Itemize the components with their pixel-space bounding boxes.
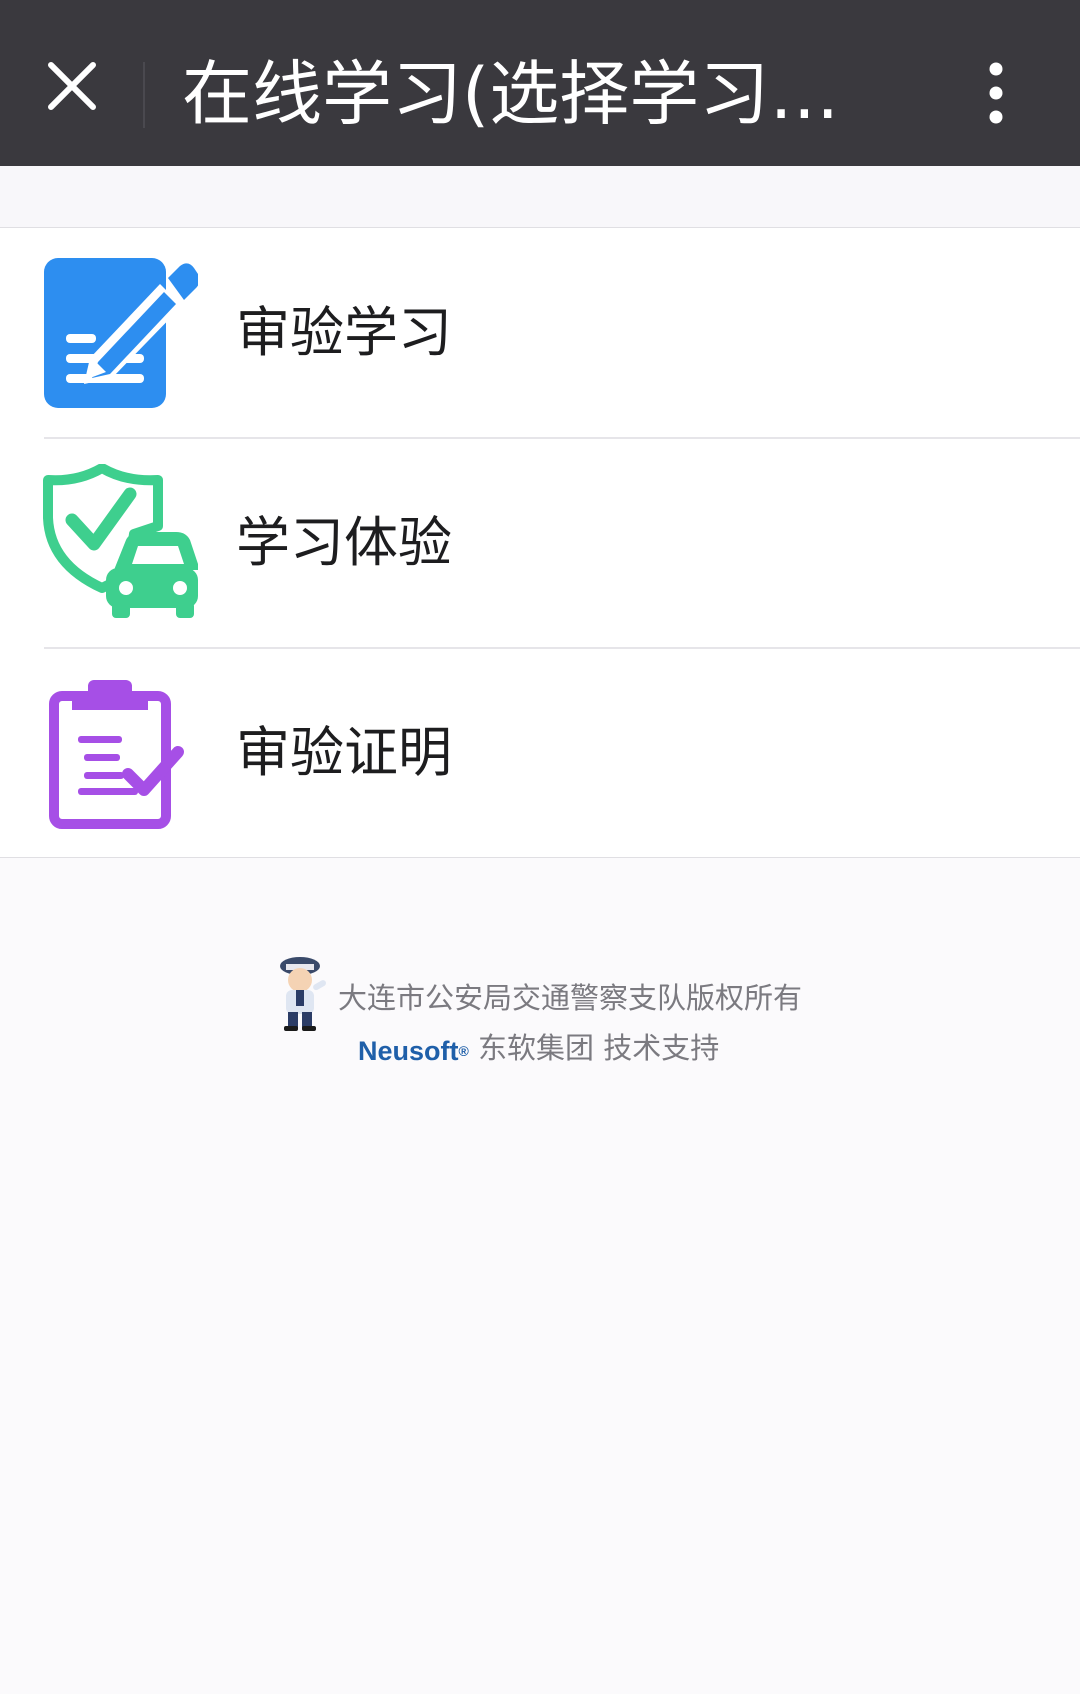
footer: 大连市公安局交通警察支队版权所有 Neusoft® 东软集团 技术支持 xyxy=(0,950,1080,1080)
shield-car-icon xyxy=(43,464,198,618)
brand-registered-mark: ® xyxy=(458,1043,469,1059)
clipboard-check-icon xyxy=(49,680,184,829)
more-options-button[interactable] xyxy=(966,50,1026,136)
menu-item-study-experience[interactable]: 学习体验 xyxy=(0,438,1080,647)
topbar-divider xyxy=(143,62,145,128)
menu-item-label: 审验学习 xyxy=(236,301,452,364)
top-spacer xyxy=(0,166,1080,227)
menu-item-label: 学习体验 xyxy=(236,511,452,574)
tech-support-text: 东软集团 技术支持 xyxy=(478,1031,720,1065)
more-vertical-icon xyxy=(989,62,1003,124)
menu-item-review-certificate[interactable]: 审验证明 xyxy=(0,648,1080,857)
brand-name: Neusoft xyxy=(358,1036,459,1066)
traffic-police-mascot-icon xyxy=(280,957,327,1031)
menu-item-review-study[interactable]: 审验学习 xyxy=(0,228,1080,437)
copyright-text: 大连市公安局交通警察支队版权所有 xyxy=(338,981,803,1015)
menu-item-label: 审验证明 xyxy=(236,721,452,784)
menu-list: 审验学习 学习体验 审验证明 xyxy=(0,227,1080,858)
top-bar: 在线学习(选择学习类... xyxy=(0,0,1080,166)
close-icon xyxy=(48,62,96,110)
neusoft-logo: Neusoft® xyxy=(358,1033,469,1069)
page-title: 在线学习(选择学习类... xyxy=(182,53,902,135)
document-edit-icon xyxy=(44,258,198,408)
close-button[interactable] xyxy=(36,50,108,122)
